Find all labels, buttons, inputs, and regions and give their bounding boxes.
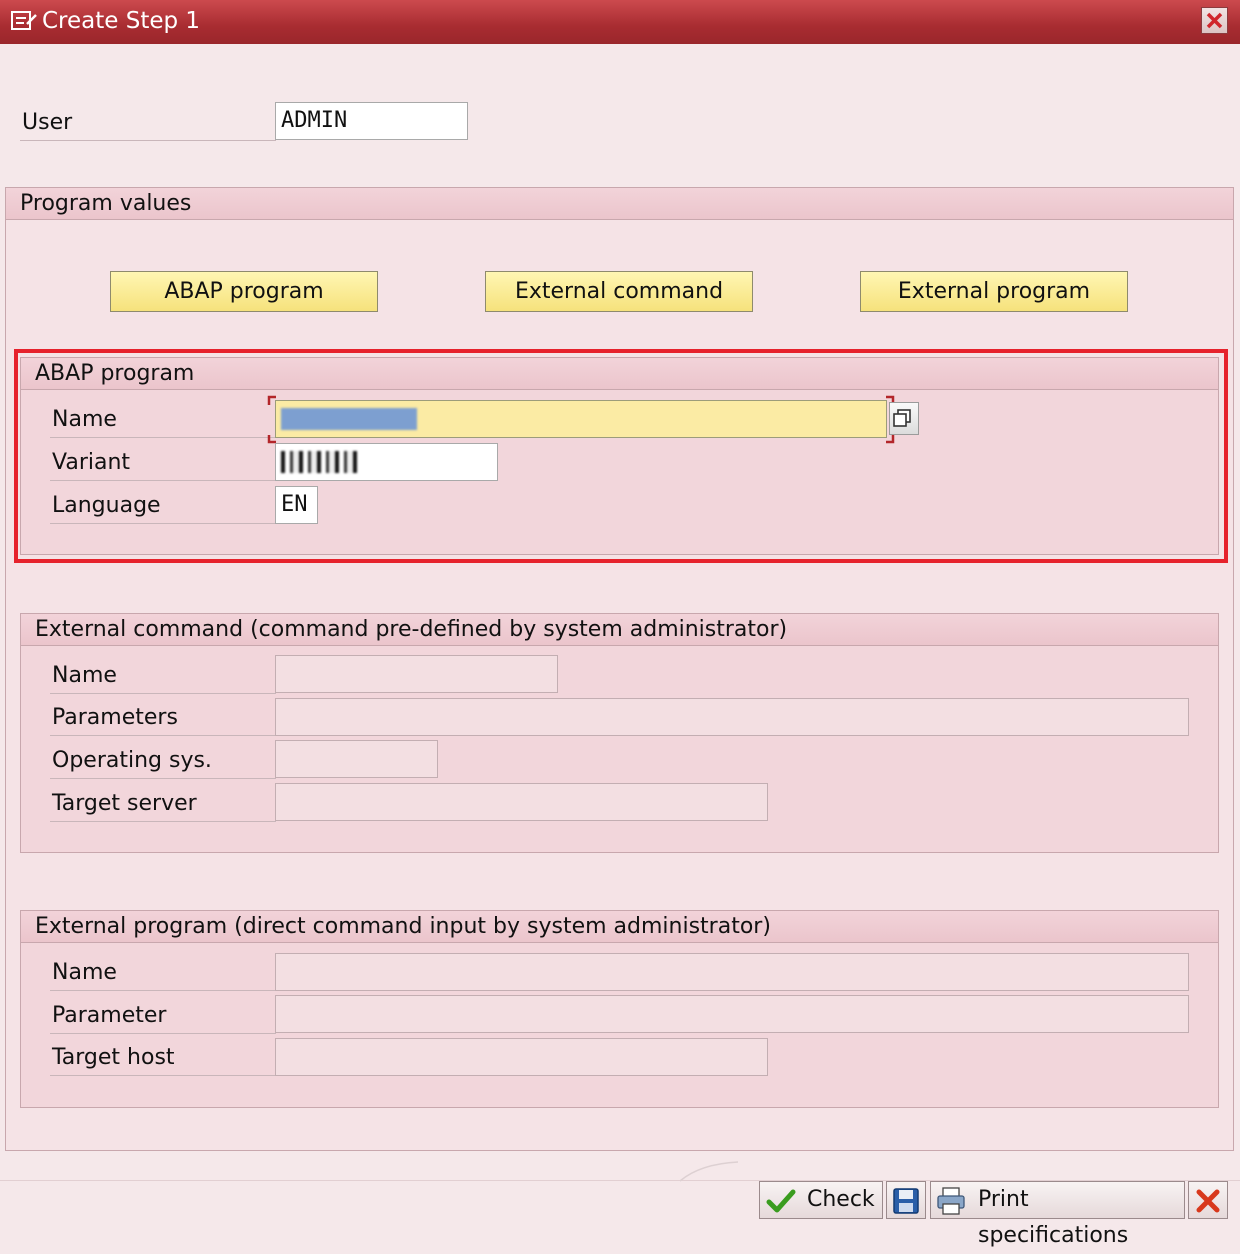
cancel-x-icon <box>1196 1189 1220 1213</box>
checkmark-icon <box>766 1189 796 1213</box>
ext-prog-target-host-label: Target host <box>52 1045 175 1070</box>
program-values-title: Program values <box>6 188 1233 220</box>
focus-brackets <box>267 395 895 444</box>
external-command-title: External command (command pre-defined by… <box>21 614 1218 646</box>
print-specifications-label: Print specifications <box>978 1187 1129 1248</box>
footer-curve <box>680 1161 739 1182</box>
ext-cmd-name-underline <box>50 693 276 694</box>
user-label-underline <box>20 140 276 141</box>
ext-prog-name-input[interactable] <box>275 953 1189 991</box>
abap-name-label: Name <box>52 407 117 432</box>
ext-cmd-name-label: Name <box>52 663 117 688</box>
abap-variant-input[interactable] <box>275 443 498 481</box>
create-step-icon <box>10 9 38 33</box>
user-label: User <box>22 110 73 135</box>
ext-cmd-target-server-label: Target server <box>52 791 197 816</box>
ext-cmd-parameters-underline <box>50 735 276 736</box>
copy-icon <box>893 409 911 427</box>
ext-prog-name-underline <box>50 990 276 991</box>
cancel-button[interactable] <box>1188 1181 1228 1219</box>
window-title: Create Step 1 <box>42 8 201 34</box>
abap-language-input[interactable]: EN <box>275 486 318 524</box>
save-button[interactable] <box>886 1181 926 1219</box>
floppy-disk-icon <box>893 1188 919 1214</box>
ext-cmd-name-input[interactable] <box>275 655 558 693</box>
ext-cmd-target-server-underline <box>50 821 276 822</box>
ext-cmd-target-server-input[interactable] <box>275 783 768 821</box>
abap-name-underline <box>50 437 276 438</box>
ext-prog-parameter-input[interactable] <box>275 995 1189 1033</box>
ext-prog-name-label: Name <box>52 960 117 985</box>
ext-cmd-os-input[interactable] <box>275 740 438 778</box>
abap-variant-underline <box>50 480 276 481</box>
redacted-variant-mark <box>281 451 361 473</box>
user-input[interactable]: ADMIN <box>275 102 468 140</box>
ext-cmd-parameters-input[interactable] <box>275 698 1189 736</box>
ext-prog-target-host-input[interactable] <box>275 1038 768 1076</box>
ext-cmd-parameters-label: Parameters <box>52 705 178 730</box>
window-close-button[interactable] <box>1201 7 1228 34</box>
abap-language-label: Language <box>52 493 161 518</box>
print-specifications-button[interactable]: Print specifications <box>930 1181 1185 1248</box>
value-help-button[interactable] <box>889 402 919 435</box>
abap-program-group: ABAP program <box>20 357 1219 555</box>
close-icon <box>1206 12 1223 29</box>
abap-program-button[interactable]: ABAP program <box>110 271 378 312</box>
ext-cmd-os-label: Operating sys. <box>52 748 212 773</box>
abap-variant-label: Variant <box>52 450 131 475</box>
check-button-label: Check <box>807 1187 875 1212</box>
external-program-title: External program (direct command input b… <box>21 911 1218 943</box>
ext-prog-target-host-underline <box>50 1075 276 1076</box>
printer-icon <box>937 1187 965 1215</box>
abap-program-title: ABAP program <box>21 358 1218 390</box>
check-button[interactable]: Check <box>759 1181 883 1219</box>
ext-prog-parameter-label: Parameter <box>52 1003 167 1028</box>
external-program-button[interactable]: External program <box>860 271 1128 312</box>
title-bar: Create Step 1 <box>0 0 1240 44</box>
external-command-button[interactable]: External command <box>485 271 753 312</box>
ext-cmd-os-underline <box>50 778 276 779</box>
ext-prog-parameter-underline <box>50 1033 276 1034</box>
abap-language-underline <box>50 523 276 524</box>
